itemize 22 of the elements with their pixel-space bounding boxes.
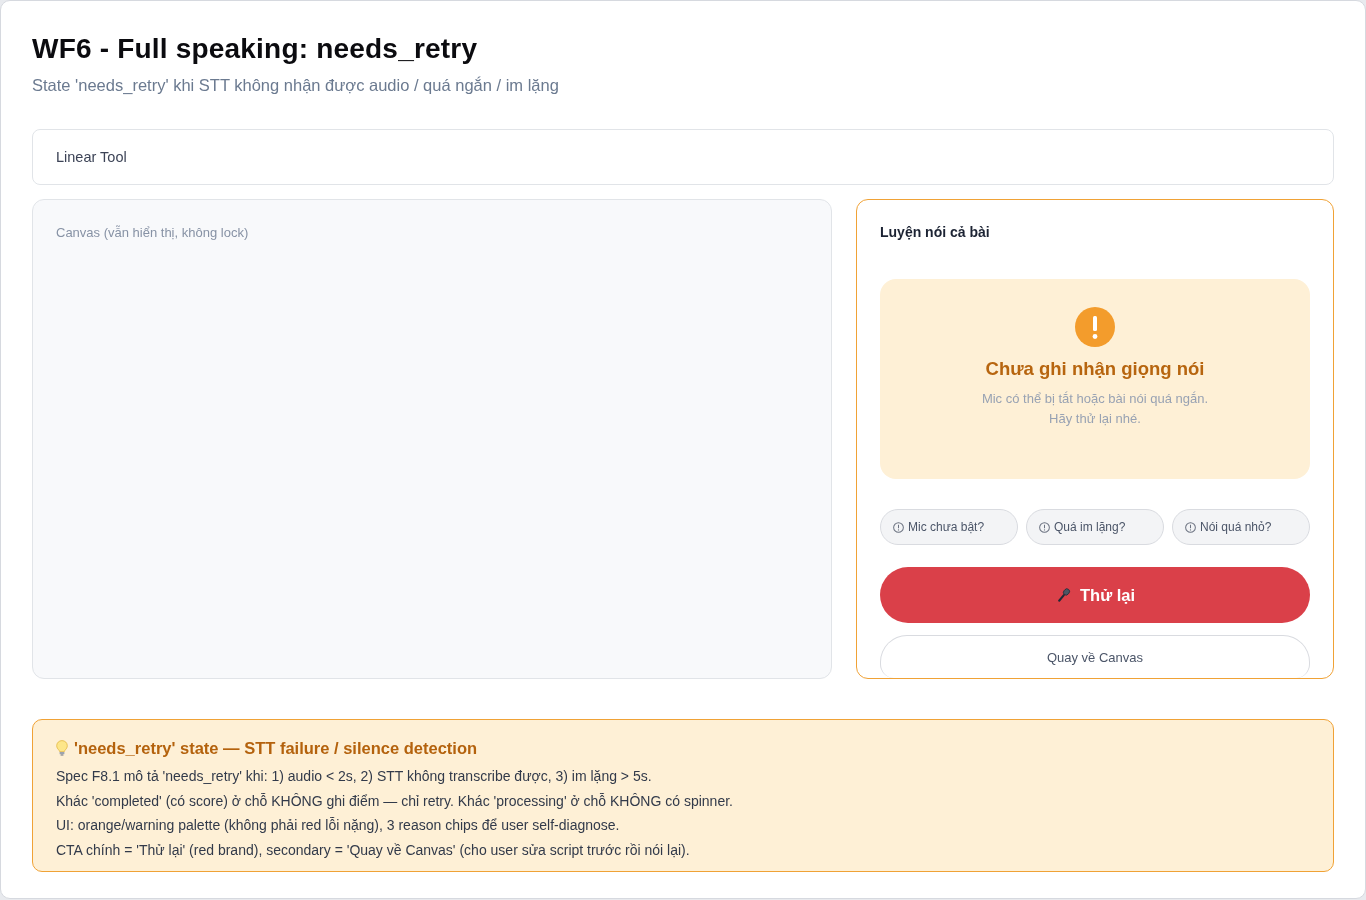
page-title: WF6 - Full speaking: needs_retry [32, 32, 479, 66]
panel-title: Luyện nói cả bài [880, 223, 991, 241]
warning-icon [1075, 307, 1115, 347]
note-text: CTA chính = 'Thử lại' (red brand), secondary = 'Quay về Canvas' (cho user sửa script trước rồi nói lại). [56, 841, 691, 861]
info-icon [1039, 521, 1050, 533]
status-message: Mic có thể bị tắt hoặc bài nói quá ngắn. Hãy thử lại nhé. [981, 390, 1209, 428]
reason-chip[interactable]: Quá im lặng? [1026, 509, 1164, 545]
info-icon [893, 521, 904, 533]
note-text: Spec F8.1 mô tả 'needs_retry' khi: 1) audio < 2s, 2) STT không transcribe được, 3) im lặng > 5s. [56, 767, 653, 786]
toolbar-label: Linear Tool [56, 149, 127, 165]
note-text: Khác 'completed' (có score) ở chỗ KHÔNG ghi điểm — chỉ retry. Khác 'processing' ở chỗ KHÔNG có spinner. [56, 791, 734, 811]
reason-chip[interactable]: Mic chưa bật? [880, 509, 1018, 545]
info-icon [1185, 521, 1196, 533]
note-title: 'needs_retry' state — STT failure / silence detection [74, 738, 478, 759]
page-subtitle: State 'needs_retry' khi STT không nhận được audio / quá ngắn / im lặng [32, 75, 560, 96]
canvas-label: Canvas (vẫn hiển thị, không lock) [56, 225, 249, 240]
status-heading: Chưa ghi nhận giọng nói [985, 357, 1205, 381]
lightbulb-icon [56, 740, 68, 756]
reason-chip[interactable]: Nói quá nhỏ? [1172, 509, 1310, 545]
retry-button[interactable]: Thử lại [880, 567, 1310, 623]
note-text: UI: orange/warning palette (không phải red lỗi nặng), 3 reason chips để user self-diagnose. [56, 816, 621, 836]
back-to-canvas-button[interactable]: Quay về Canvas [880, 635, 1310, 678]
